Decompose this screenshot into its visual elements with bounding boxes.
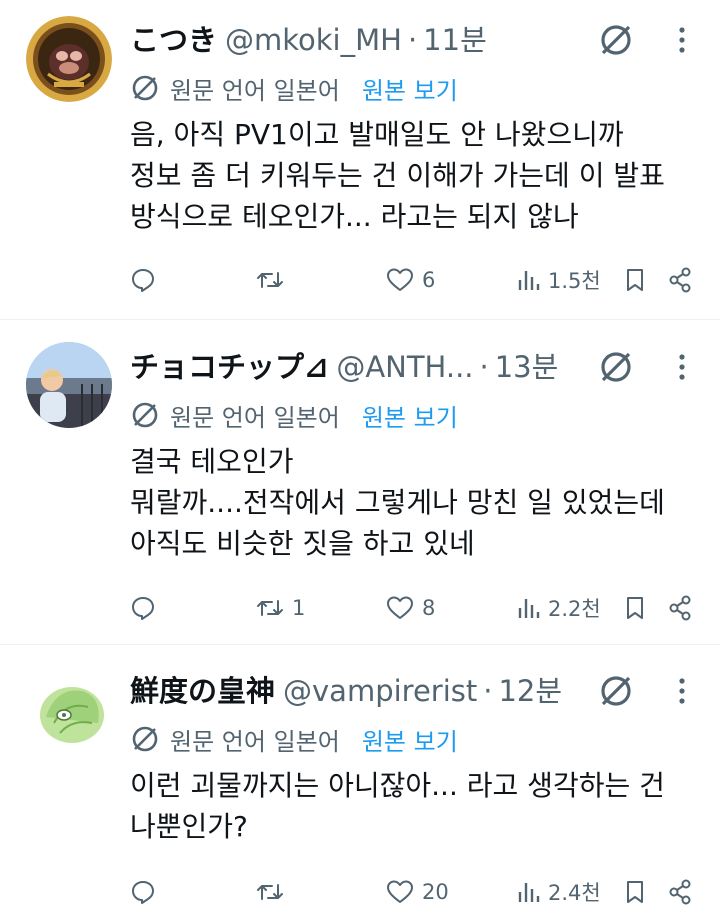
separator-dot: · <box>479 350 489 384</box>
views-button[interactable]: 1.5천 <box>516 262 601 298</box>
heart-icon <box>387 596 413 619</box>
display-name[interactable]: チョコチップ⊿ <box>130 347 328 387</box>
share-button[interactable] <box>668 874 692 910</box>
tweet-text: 음, 아직 PV1이고 발매일도 안 나왔으니까 정보 좀 더 키워두는 건 이… <box>130 118 665 233</box>
retweet-button[interactable]: 1 <box>256 590 305 626</box>
reply-bubble-icon <box>132 597 154 620</box>
translate-globe-icon <box>132 402 158 428</box>
grok-slash-icon[interactable] <box>596 20 636 60</box>
share-button[interactable] <box>668 262 692 298</box>
translation-source-label: 원문 언어 일본어 <box>170 76 340 105</box>
reply-feed: こつき @mkoki_MH · 11분 원문 언어 일본어 원본 보기 음, 아… <box>0 0 720 923</box>
like-count: 6 <box>422 268 436 292</box>
bookmark-icon <box>627 269 643 291</box>
like-button[interactable]: 8 <box>386 590 435 626</box>
retweet-count: 1 <box>292 596 306 620</box>
guild-emblem-avatar <box>26 16 112 102</box>
like-count: 20 <box>422 880 449 904</box>
reply-button[interactable] <box>130 590 164 626</box>
tweet-text: 결국 테오인가 뭐랄까....전작에서 그렇게나 망친 일 있었는데 아직도 비… <box>130 445 665 560</box>
cabbage-character-avatar <box>26 667 112 753</box>
retweet-icon <box>257 884 283 900</box>
user-handle[interactable]: @mkoki_MH <box>225 20 402 60</box>
display-name[interactable]: こつき <box>130 20 217 60</box>
like-button[interactable]: 20 <box>386 874 449 910</box>
bookmark-icon <box>627 881 643 903</box>
display-name[interactable]: 鮮度の皇神 <box>130 671 275 711</box>
bookmark-button[interactable] <box>624 590 646 626</box>
bookmark-button[interactable] <box>624 262 646 298</box>
bookmark-icon <box>627 597 643 619</box>
separator-dot: · <box>407 23 418 57</box>
child-photo-avatar <box>26 342 112 428</box>
share-icon <box>669 267 691 293</box>
translate-globe-icon <box>132 75 158 101</box>
tweet[interactable]: 鮮度の皇神 @vampirerist · 12분 원문 언어 일본어 원본 보기… <box>0 645 720 923</box>
reply-button[interactable] <box>130 874 164 910</box>
separator-dot: · <box>483 674 493 708</box>
grok-slash-icon[interactable] <box>596 671 636 711</box>
views-button[interactable]: 2.4천 <box>516 874 601 910</box>
timestamp[interactable]: 13분 <box>495 347 559 387</box>
share-button[interactable] <box>668 590 692 626</box>
heart-icon <box>387 880 413 903</box>
retweet-icon <box>257 272 283 288</box>
retweet-icon <box>257 600 283 616</box>
translation-notice: 원문 언어 일본어 원본 보기 <box>130 397 700 433</box>
translation-source-label: 원문 언어 일본어 <box>170 403 340 432</box>
reply-bubble-icon <box>132 269 154 292</box>
user-handle[interactable]: @ANTH... <box>336 347 473 387</box>
tweet-actions: 1 8 2.2천 <box>0 590 720 626</box>
avatar[interactable] <box>26 667 112 753</box>
more-vertical-icon[interactable] <box>670 20 694 60</box>
like-button[interactable]: 6 <box>386 262 435 298</box>
retweet-button[interactable] <box>256 874 292 910</box>
tweet-actions: 20 2.4천 <box>0 874 720 910</box>
views-button[interactable]: 2.2천 <box>516 590 601 626</box>
timestamp[interactable]: 11분 <box>423 20 487 60</box>
share-icon <box>669 595 691 621</box>
avatar[interactable] <box>26 16 112 102</box>
grok-slash-icon[interactable] <box>596 347 636 387</box>
more-vertical-icon[interactable] <box>670 671 694 711</box>
view-original-link[interactable]: 원본 보기 <box>362 722 458 757</box>
tweet-actions: 6 1.5천 <box>0 262 720 298</box>
reply-button[interactable] <box>130 262 164 298</box>
translation-notice: 원문 언어 일본어 원본 보기 <box>130 70 700 106</box>
bookmark-button[interactable] <box>624 874 646 910</box>
tweet[interactable]: こつき @mkoki_MH · 11분 원문 언어 일본어 원본 보기 음, 아… <box>0 0 720 320</box>
avatar[interactable] <box>26 342 112 428</box>
view-count: 1.5천 <box>548 269 601 293</box>
translate-globe-icon <box>132 726 158 752</box>
views-bar-chart-icon <box>518 271 540 290</box>
retweet-button[interactable] <box>256 262 292 298</box>
tweet-text: 이런 괴물까지는 아니잖아... 라고 생각하는 건 나뿐인가? <box>130 769 665 843</box>
views-bar-chart-icon <box>518 599 540 618</box>
heart-icon <box>387 268 413 291</box>
tweet[interactable]: チョコチップ⊿ @ANTH... · 13분 원문 언어 일본어 원본 보기 결… <box>0 320 720 645</box>
share-icon <box>669 879 691 905</box>
view-count: 2.2천 <box>548 597 601 621</box>
like-count: 8 <box>422 596 436 620</box>
translation-notice: 원문 언어 일본어 원본 보기 <box>130 721 700 757</box>
view-original-link[interactable]: 원본 보기 <box>362 71 458 106</box>
reply-bubble-icon <box>132 881 154 904</box>
view-original-link[interactable]: 원본 보기 <box>362 398 458 433</box>
more-vertical-icon[interactable] <box>670 347 694 387</box>
views-bar-chart-icon <box>518 883 540 902</box>
view-count: 2.4천 <box>548 881 601 905</box>
translation-source-label: 원문 언어 일본어 <box>170 727 340 756</box>
timestamp[interactable]: 12분 <box>498 671 562 711</box>
user-handle[interactable]: @vampirerist <box>283 671 477 711</box>
